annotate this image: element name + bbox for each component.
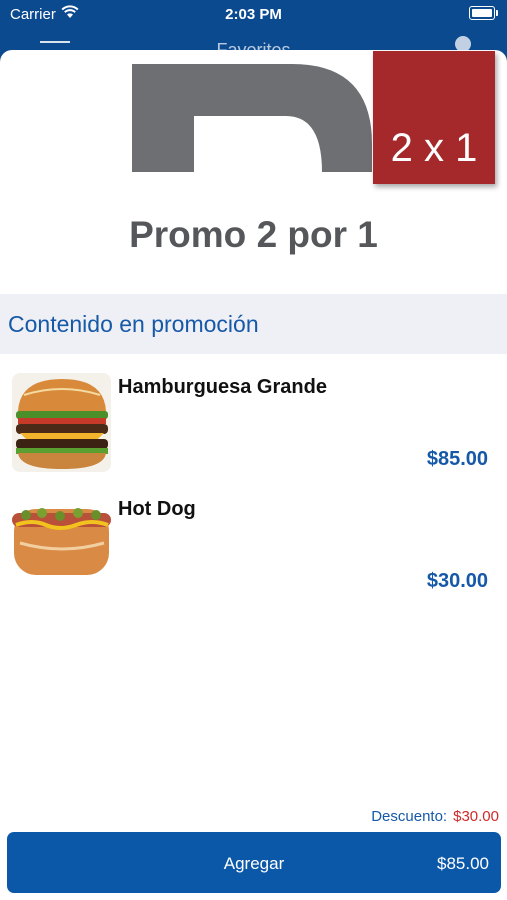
promo-badge: 2 x 1 [373,51,495,184]
list-item[interactable]: Hamburguesa Grande $85.00 [0,373,507,483]
promo-detail-sheet: 2 x 1 Promo 2 por 1 Contenido en promoci… [0,50,507,900]
promo-badge-label: 2 x 1 [390,126,478,170]
item-price: $30.00 [426,570,488,592]
status-time: 2:03 PM [225,6,282,23]
add-button[interactable]: Agregar $85.00 [7,832,501,893]
item-name: Hamburguesa Grande [118,376,327,398]
add-button-price: $85.00 [437,854,489,873]
battery-icon [469,6,498,20]
item-name: Hot Dog [118,498,196,520]
status-bar: Carrier 2:03 PM [0,0,507,30]
discount-row: Descuento: $30.00 [371,808,499,825]
promo-title: Promo 2 por 1 [129,214,378,255]
section-title: Contenido en promoción [8,311,259,337]
list-item[interactable]: Hot Dog $30.00 [0,495,507,605]
discount-label: Descuento: [371,808,448,825]
burger-image [12,373,111,472]
item-price: $85.00 [426,448,488,470]
discount-value: $30.00 [453,808,499,825]
add-button-label: Agregar [223,854,285,873]
hotdog-image [12,495,111,594]
section-header: Contenido en promoción [0,294,507,354]
